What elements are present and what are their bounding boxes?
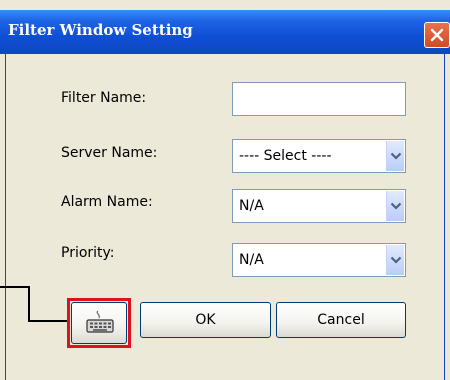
filter-window-dialog: Filter Window Setting Filter Name: Serve… <box>0 0 450 380</box>
filter-name-input[interactable] <box>232 82 406 116</box>
server-name-dropdown-button[interactable] <box>386 141 404 171</box>
chevron-down-icon <box>390 202 402 210</box>
chevron-down-icon <box>390 256 402 264</box>
callout-line-horizontal-top <box>0 286 29 288</box>
callout-line-horizontal-bottom <box>28 320 68 322</box>
title-bar[interactable]: Filter Window Setting <box>0 10 450 54</box>
cancel-button[interactable]: Cancel <box>276 302 406 338</box>
callout-line-vertical <box>28 286 30 322</box>
filter-name-label: Filter Name: <box>61 90 147 106</box>
alarm-name-select[interactable]: N/A <box>232 189 406 223</box>
chevron-down-icon <box>390 152 402 160</box>
priority-select[interactable]: N/A <box>232 243 406 277</box>
keyboard-button-highlight <box>67 298 131 348</box>
server-name-label: Server Name: <box>61 145 158 161</box>
close-button[interactable] <box>424 22 450 48</box>
server-name-value: ---- Select ---- <box>239 148 332 164</box>
alarm-name-dropdown-button[interactable] <box>386 191 404 221</box>
ok-button[interactable]: OK <box>140 302 271 338</box>
priority-dropdown-button[interactable] <box>386 245 404 275</box>
close-x-icon <box>430 28 444 42</box>
priority-value: N/A <box>239 252 264 268</box>
dialog-title: Filter Window Setting <box>8 21 193 39</box>
priority-label: Priority: <box>61 245 115 261</box>
alarm-name-label: Alarm Name: <box>61 194 153 210</box>
server-name-select[interactable]: ---- Select ---- <box>232 139 406 173</box>
alarm-name-value: N/A <box>239 198 264 214</box>
